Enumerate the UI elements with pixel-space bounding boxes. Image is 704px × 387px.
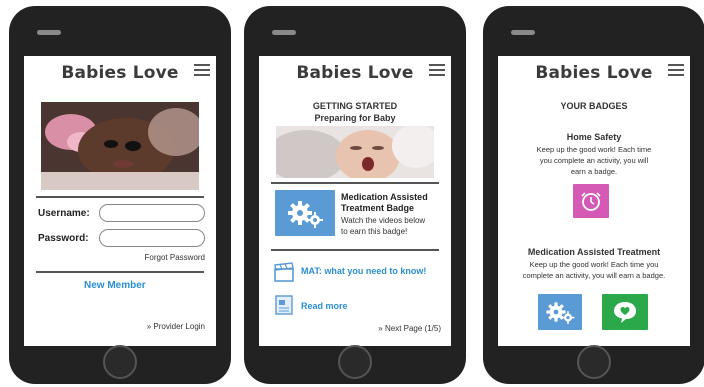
- badge-title-line1: Medication Assisted: [341, 192, 428, 202]
- app-title: Babies Love: [61, 63, 179, 83]
- read-more-link[interactable]: Read more: [301, 301, 348, 311]
- app-title: Babies Love: [296, 63, 414, 83]
- document-icon: [275, 295, 293, 315]
- mat-desc: complete an activity, you will earn a ba…: [522, 271, 666, 280]
- forgot-password-link[interactable]: Forgot Password: [145, 253, 205, 262]
- mat-badge-gears[interactable]: [538, 294, 582, 330]
- mat-desc: Keep up the good work! Each time you: [529, 260, 659, 269]
- home-safety-title: Home Safety: [566, 132, 622, 142]
- clapperboard-icon: [274, 262, 294, 282]
- app-title: Babies Love: [535, 63, 653, 83]
- login-screen: Babies Love Username: Password: Forgot P…: [24, 56, 216, 346]
- mat-badge-heart[interactable]: [602, 294, 648, 330]
- home-safety-badge[interactable]: [573, 184, 609, 218]
- password-field[interactable]: [99, 229, 205, 247]
- yawning-baby-photo: [276, 126, 434, 178]
- video-link[interactable]: MAT: what you need to know!: [301, 266, 426, 276]
- home-button[interactable]: [338, 345, 372, 379]
- mat-title: Medication Assisted Treatment: [527, 247, 661, 257]
- gears-icon: [546, 302, 575, 324]
- phone-your-badges: Babies Love YOUR BADGES Home Safety Keep…: [483, 6, 704, 384]
- phone-getting-started: Babies Love GETTING STARTED Preparing fo…: [244, 6, 466, 384]
- hamburger-menu-icon[interactable]: [668, 64, 684, 76]
- divider: [36, 271, 204, 273]
- baby-photo: [41, 102, 199, 190]
- section-subheading: Preparing for Baby: [314, 113, 396, 123]
- home-safety-desc: you complete an activity, you will: [539, 156, 649, 165]
- phone-speaker: [272, 30, 296, 35]
- phone-login: Babies Love Username: Password: Forgot P…: [9, 6, 231, 384]
- gears-icon: [288, 201, 323, 228]
- section-heading: YOUR BADGES: [560, 101, 628, 111]
- hamburger-menu-icon[interactable]: [194, 64, 210, 76]
- clock-icon: [581, 192, 601, 211]
- phone-speaker: [37, 30, 61, 35]
- badge-title-line2: Treatment Badge: [341, 203, 415, 213]
- getting-started-screen: Babies Love GETTING STARTED Preparing fo…: [259, 56, 451, 346]
- divider: [271, 249, 439, 251]
- badge-desc-line2: to earn this badge!: [341, 227, 408, 236]
- badge-desc-line1: Watch the videos below: [341, 216, 426, 225]
- username-label: Username:: [38, 208, 90, 219]
- home-button[interactable]: [577, 345, 611, 379]
- new-member-link[interactable]: New Member: [84, 280, 146, 291]
- home-button[interactable]: [103, 345, 137, 379]
- your-badges-screen: Babies Love YOUR BADGES Home Safety Keep…: [498, 56, 690, 346]
- divider: [271, 182, 439, 184]
- heart-speech-bubble-icon: [614, 302, 636, 323]
- hamburger-menu-icon[interactable]: [429, 64, 445, 76]
- password-label: Password:: [38, 233, 89, 244]
- home-safety-desc: Keep up the good work! Each time: [536, 145, 652, 154]
- next-page-link[interactable]: » Next Page (1/5): [378, 324, 441, 333]
- home-safety-desc: earn a badge.: [570, 167, 618, 176]
- phone-speaker: [511, 30, 535, 35]
- provider-login-link[interactable]: » Provider Login: [147, 322, 205, 331]
- divider: [36, 196, 204, 198]
- badge-tile[interactable]: [275, 190, 335, 236]
- username-field[interactable]: [99, 204, 205, 222]
- section-heading: GETTING STARTED: [312, 101, 398, 111]
